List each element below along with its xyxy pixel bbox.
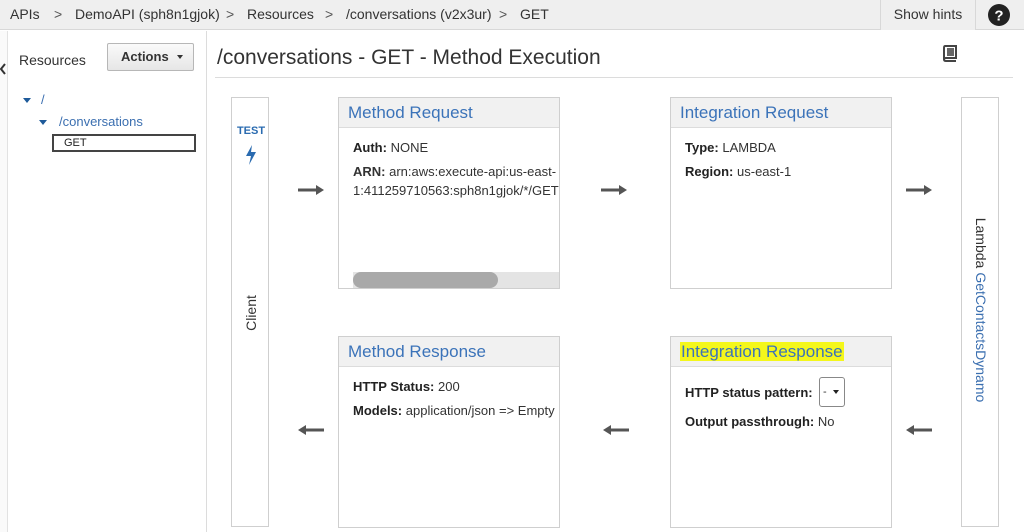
arn-row: ARN: arn:aws:execute-api:us-east-1:41125…	[353, 162, 559, 200]
tree-expand-icon[interactable]	[23, 98, 31, 103]
auth-label: Auth:	[353, 140, 387, 155]
integration-response-title[interactable]: Integration Response	[680, 342, 844, 361]
region-value: us-east-1	[737, 164, 792, 179]
horizontal-scrollbar[interactable]	[353, 272, 559, 288]
breadcrumb-separator: >	[325, 6, 334, 22]
tree-root[interactable]: /	[41, 92, 45, 107]
question-circle-icon[interactable]: ?	[985, 2, 1013, 28]
arn-label: ARN:	[353, 164, 386, 179]
arrow-right-icon	[906, 185, 932, 195]
lambda-panel: Lambda GetContactsDynamo	[961, 97, 999, 527]
client-label: Client	[243, 295, 259, 331]
passthrough-row: Output passthrough: No	[685, 413, 835, 430]
passthrough-label: Output passthrough:	[685, 414, 815, 429]
method-response-box: Method Response HTTP Status: 200 Models:…	[338, 336, 560, 528]
arrow-right-icon	[601, 185, 627, 195]
chevron-down-icon	[833, 390, 839, 394]
caret-left-icon[interactable]	[0, 63, 7, 75]
models-label: Models:	[353, 403, 403, 418]
breadcrumb-separator: >	[226, 6, 235, 22]
arrow-left-icon	[603, 425, 629, 435]
models-value: application/json => Empty	[405, 403, 555, 418]
status-pattern-select[interactable]: -	[819, 377, 845, 407]
arrow-right-icon	[298, 185, 324, 195]
breadcrumb-separator: >	[54, 6, 63, 22]
status-pattern-label: HTTP status pattern:	[685, 385, 813, 400]
tree-method-get[interactable]: GET	[52, 134, 196, 152]
region-row: Region: us-east-1	[685, 163, 791, 180]
type-label: Type:	[685, 140, 719, 155]
book-icon[interactable]	[941, 44, 959, 62]
region-label: Region:	[685, 164, 734, 179]
lambda-type: Lambda	[973, 217, 989, 269]
actions-button[interactable]: Actions	[107, 43, 194, 71]
method-response-title[interactable]: Method Response	[339, 337, 559, 367]
arrow-left-icon	[298, 425, 324, 435]
client-panel[interactable]: TEST Client	[231, 97, 269, 527]
integration-request-box: Integration Request Type: LAMBDA Region:…	[670, 97, 892, 289]
method-request-box: Method Request Auth: NONE ARN: arn:aws:e…	[338, 97, 560, 289]
breadcrumb-method: GET	[520, 6, 549, 22]
resources-sidebar: Resources Actions / /conversations GET	[8, 31, 207, 532]
http-status-row: HTTP Status: 200	[353, 378, 460, 395]
auth-row: Auth: NONE	[353, 139, 428, 156]
lambda-label: Lambda GetContactsDynamo	[973, 218, 989, 403]
passthrough-value: No	[817, 414, 835, 429]
auth-value: NONE	[390, 140, 429, 155]
lambda-function-link[interactable]: GetContactsDynamo	[973, 272, 989, 402]
http-status-label: HTTP Status:	[353, 379, 435, 394]
integration-response-box: Integration Response HTTP status pattern…	[670, 336, 892, 528]
show-hints-button[interactable]: Show hints	[880, 0, 976, 30]
test-link[interactable]: TEST	[232, 125, 270, 137]
tree-expand-icon[interactable]	[39, 120, 47, 125]
type-row: Type: LAMBDA	[685, 139, 776, 156]
breadcrumb-resources[interactable]: Resources	[247, 0, 314, 30]
breadcrumb-apis[interactable]: APIs	[10, 0, 40, 30]
method-request-title[interactable]: Method Request	[339, 98, 559, 128]
type-value: LAMBDA	[722, 140, 776, 155]
svg-text:?: ?	[994, 8, 1003, 25]
sidebar-collapse-strip[interactable]	[0, 31, 8, 532]
chevron-down-icon	[177, 55, 183, 59]
resources-title: Resources	[19, 52, 86, 68]
breadcrumb-api[interactable]: DemoAPI (sph8n1gjok)	[75, 0, 220, 30]
http-status-value: 200	[438, 379, 460, 394]
lightning-bolt-icon[interactable]	[244, 144, 258, 166]
integration-request-title[interactable]: Integration Request	[671, 98, 891, 128]
scrollbar-thumb[interactable]	[353, 272, 498, 288]
actions-label: Actions	[121, 49, 169, 64]
status-pattern-row: HTTP status pattern:	[685, 384, 813, 401]
title-divider	[215, 77, 1013, 78]
integration-response-header: Integration Response	[671, 337, 891, 367]
top-bar: APIs > DemoAPI (sph8n1gjok) > Resources …	[0, 0, 1024, 30]
breadcrumb-separator: >	[499, 6, 508, 22]
breadcrumb-resource[interactable]: /conversations (v2x3ur)	[346, 0, 492, 30]
models-row: Models: application/json => Empty	[353, 402, 555, 419]
arrow-left-icon	[906, 425, 932, 435]
tree-conversations[interactable]: /conversations	[59, 114, 143, 129]
page-title: /conversations - GET - Method Execution	[217, 46, 601, 69]
status-pattern-value: -	[823, 386, 827, 398]
